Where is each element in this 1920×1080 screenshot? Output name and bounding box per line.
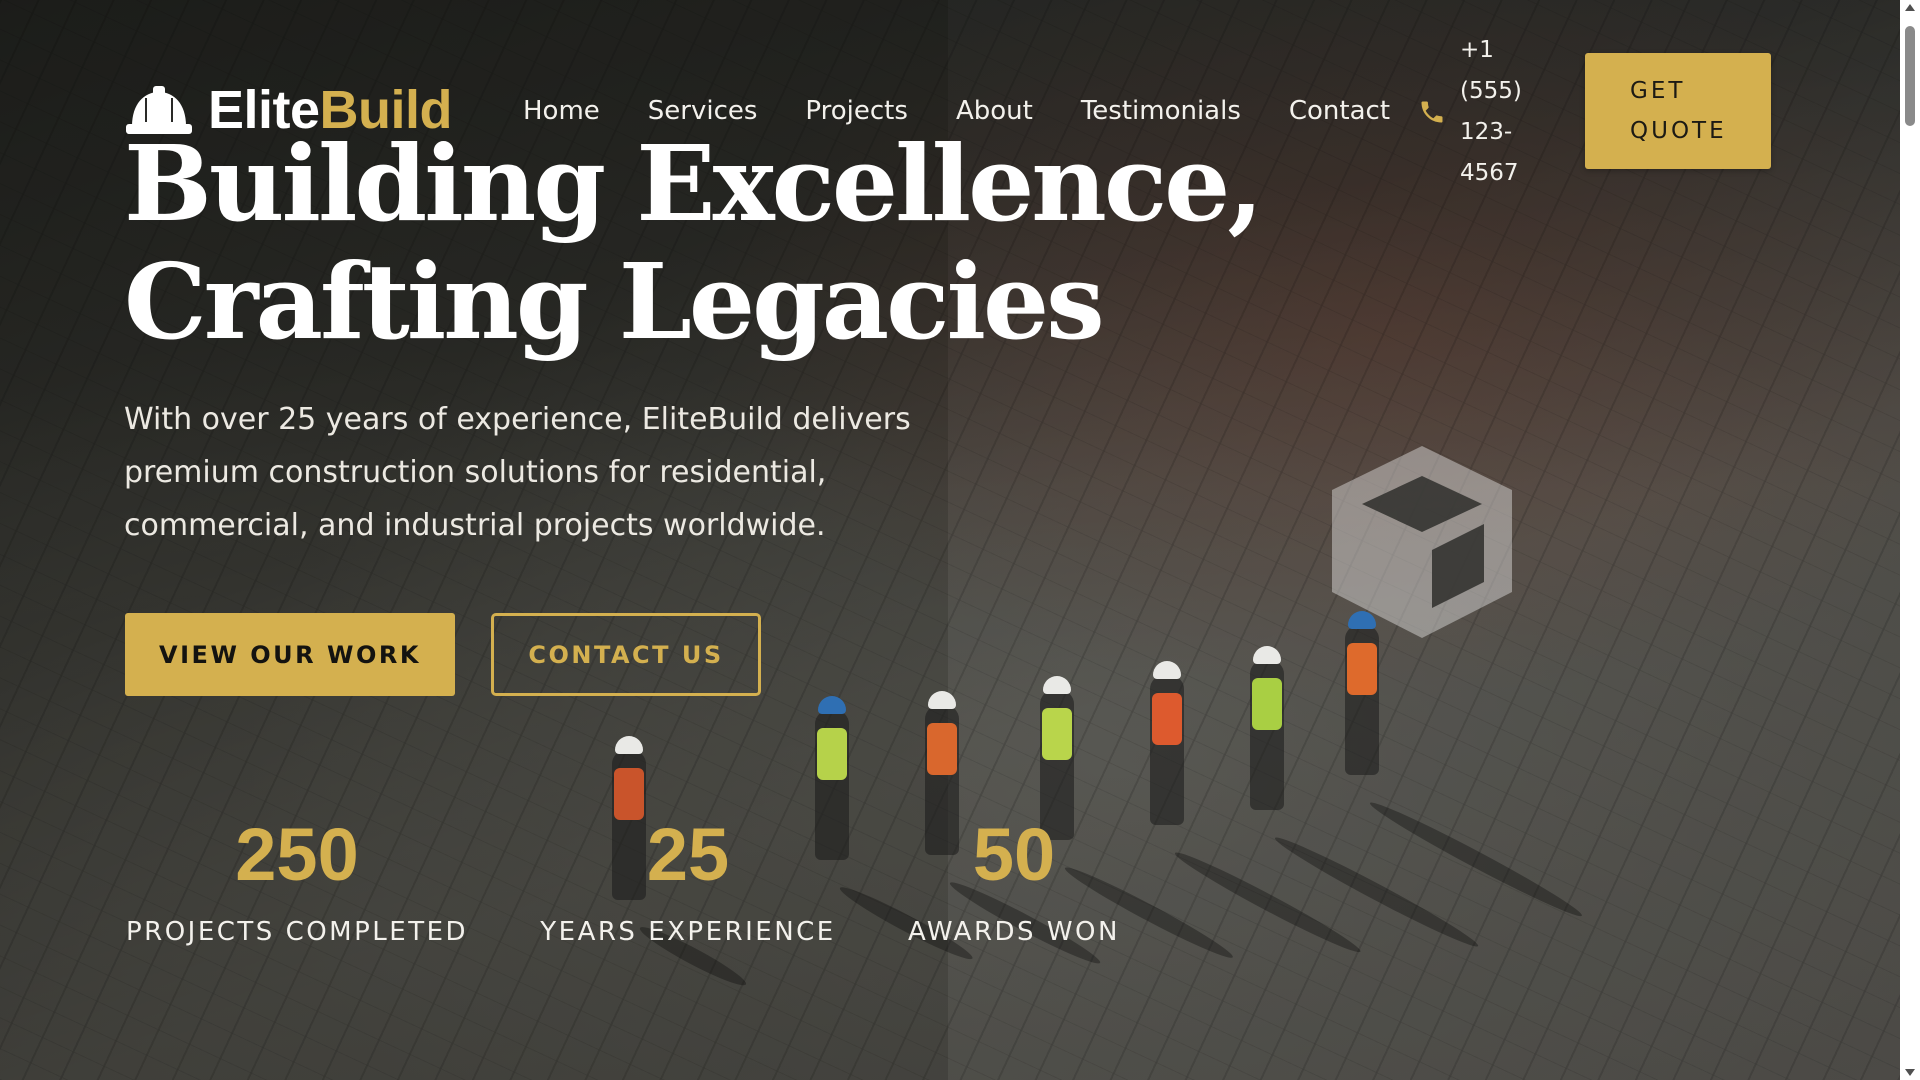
scroll-thumb[interactable] xyxy=(1905,26,1915,126)
hero-title-line: Crafting Legacies xyxy=(124,240,1105,363)
scroll-up-arrow-icon[interactable] xyxy=(1905,4,1915,11)
stat-awards: 50 AWARDS WON xyxy=(905,813,1123,948)
get-quote-button[interactable]: GET QUOTE xyxy=(1585,53,1771,169)
hero-subtitle: With over 25 years of experience, EliteB… xyxy=(124,402,911,543)
stat-value: 25 xyxy=(646,813,730,896)
hero-title: Building Excellence, Crafting Legacies xyxy=(124,122,1264,363)
scroll-down-arrow-icon[interactable] xyxy=(1905,1069,1915,1076)
page-scrollbar[interactable] xyxy=(1900,0,1920,1080)
phone-line: 123- xyxy=(1460,119,1513,145)
stat-label: AWARDS WON xyxy=(908,917,1120,947)
stat-years: 25 YEARS EXPERIENCE xyxy=(540,813,836,948)
phone-line: +1 xyxy=(1460,37,1494,63)
stat-label: PROJECTS COMPLETED xyxy=(125,917,469,947)
hero-title-line: Building Excellence, xyxy=(124,122,1264,245)
phone-line: (555) xyxy=(1460,78,1522,104)
cube-icon xyxy=(1332,446,1512,638)
stat-value: 50 xyxy=(972,813,1056,896)
stat-projects: 250 PROJECTS COMPLETED xyxy=(124,813,470,948)
phone-number[interactable]: +1 (555) 123- 4567 xyxy=(1460,30,1540,194)
stat-value: 250 xyxy=(235,813,359,896)
get-quote-label-line: QUOTE xyxy=(1630,118,1727,144)
phone-icon xyxy=(1421,101,1443,123)
contact-us-button[interactable]: CONTACT US xyxy=(491,613,761,696)
nav-contact[interactable]: Contact xyxy=(1289,93,1390,129)
phone-line: 4567 xyxy=(1460,160,1519,186)
view-our-work-button[interactable]: VIEW OUR WORK xyxy=(125,613,455,696)
get-quote-label-line: GET xyxy=(1630,78,1686,104)
stat-label: YEARS EXPERIENCE xyxy=(540,917,836,947)
